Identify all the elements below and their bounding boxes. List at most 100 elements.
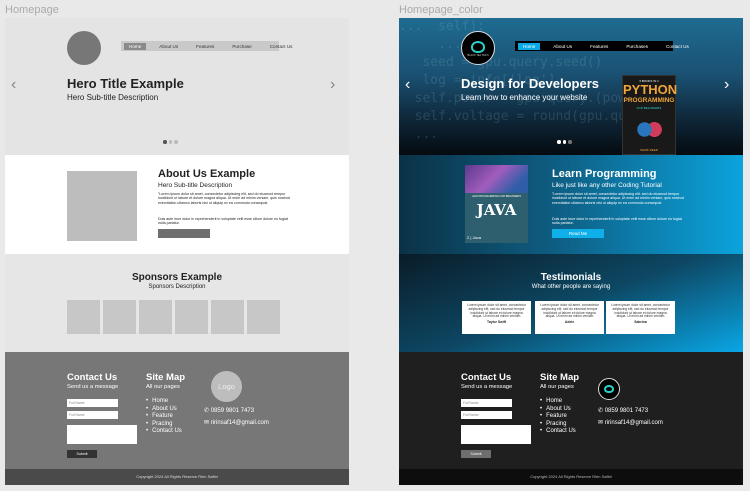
frame-label-homepage-color: Homepage_color — [399, 4, 483, 16]
sitemap-subtitle: All our pages — [146, 384, 180, 390]
frame-label-homepage: Homepage — [5, 4, 59, 16]
message-textarea[interactable] — [461, 425, 531, 444]
phone-icon: ✆ — [204, 408, 210, 414]
about-title: Learn Programming — [552, 168, 657, 180]
sponsor-box — [211, 300, 244, 334]
full-name-input[interactable]: Full Name — [67, 399, 118, 407]
sitemap-link[interactable]: Pracing — [146, 421, 182, 429]
sitemap-link[interactable]: Feature — [146, 413, 182, 421]
message-textarea[interactable] — [67, 425, 137, 444]
footer: Contact Us Send us a message Full Name F… — [5, 352, 349, 469]
contact-subtitle: Send us a message — [461, 384, 513, 390]
contact-title: Contact Us — [461, 372, 512, 383]
logo[interactable]: BLACK TEA TECH — [461, 31, 495, 65]
nav-features[interactable]: Features — [585, 43, 613, 50]
copyright: Copyright 2024 All Rights Reserve Ririn … — [5, 469, 349, 485]
sitemap-list: Home About Us Feature Pracing Contact Us — [146, 398, 182, 436]
about-title: About Us Example — [158, 168, 256, 180]
about-body: "Lorem ipsum dolor sit amet, consectetur… — [552, 192, 684, 205]
nav-bar: Home About Us Features Purchases Contact… — [515, 41, 689, 51]
about-body-2: Duis aute irure dolor in reprehenderit i… — [552, 217, 682, 226]
sponsors-section: Sponsors Example Sponsors Description — [5, 254, 349, 352]
homepage-color-frame: ... self): ... seed = gpu.query.seed() l… — [399, 18, 743, 485]
sponsor-box — [67, 300, 100, 334]
sponsor-box — [247, 300, 280, 334]
phone-info: ✆ 0859 9801 7473 — [204, 407, 254, 414]
about-section: About Us Example Hero Sub-title Descript… — [5, 155, 349, 254]
nav-purchase[interactable]: Purchase — [227, 43, 256, 50]
about-subtitle: Hero Sub-title Description — [158, 182, 233, 189]
testimonial-card: Lorem ipsum dolor sit amet, consectetur … — [462, 301, 531, 334]
carousel-dot[interactable] — [568, 140, 572, 144]
sponsors-title: Sponsors Example — [131, 272, 223, 283]
phone-number: 0859 9801 7473 — [210, 408, 255, 414]
hero-title: Hero Title Example — [67, 76, 184, 91]
sitemap-link[interactable]: Home — [146, 398, 182, 406]
submit-button[interactable]: Submit — [461, 450, 491, 458]
testimonials-section: Testimonials What other people are sayin… — [399, 254, 743, 352]
logo-placeholder[interactable] — [67, 31, 101, 65]
about-body: "Lorem ipsum dolor sit amet, consectetur… — [158, 192, 290, 205]
chevron-right-icon[interactable]: › — [724, 76, 729, 94]
email-info: ✉ ririnsaf14@gmail.com — [598, 419, 663, 426]
mail-icon: ✉ — [598, 420, 604, 426]
sitemap-link[interactable]: Contact Us — [146, 428, 182, 436]
testimonial-card: Lorem ipsum dolor sit amet, consectetur … — [606, 301, 675, 334]
footer-logo — [598, 378, 620, 400]
hero-subtitle: Learn how to enhance your website — [461, 93, 588, 102]
full-name-input-2[interactable]: Full Name — [461, 411, 512, 419]
sitemap-subtitle: All our pages — [540, 384, 574, 390]
email-address: ririnsaf14@gmail.com — [604, 420, 663, 426]
sponsor-box — [139, 300, 172, 334]
sitemap-link[interactable]: Contact Us — [540, 428, 576, 436]
sitemap-link[interactable]: Home — [540, 398, 576, 406]
full-name-input[interactable]: Full Name — [461, 399, 512, 407]
nav-home[interactable]: Home — [518, 42, 541, 50]
chevron-left-icon[interactable]: ‹ — [405, 76, 410, 94]
carousel-dots — [557, 140, 574, 144]
full-name-input-2[interactable]: Full Name — [67, 411, 118, 419]
sitemap-link[interactable]: Feature — [540, 413, 576, 421]
nav-about[interactable]: About Us — [548, 43, 577, 50]
nav-home[interactable]: Home — [124, 42, 147, 50]
sitemap-link[interactable]: Pracing — [540, 421, 576, 429]
python-book-cover: 3 BOOKS IN 1 PYTHON PROGRAMMING FOR BEGI… — [622, 75, 677, 155]
copyright: Copyright 2024 All Rights Reserve Ririn … — [399, 469, 743, 485]
sitemap-link[interactable]: About Us — [146, 406, 182, 414]
about-button[interactable] — [158, 229, 210, 238]
brain-illustration — [634, 116, 664, 143]
nav-contact[interactable]: Contact Us — [265, 43, 298, 50]
carousel-dot[interactable] — [163, 140, 167, 144]
about-image-placeholder — [67, 171, 137, 241]
nav-features[interactable]: Features — [191, 43, 219, 50]
chevron-right-icon[interactable]: › — [330, 76, 335, 94]
testimonials-subtitle: What other people are saying — [531, 284, 611, 290]
carousel-dots — [163, 140, 180, 144]
phone-icon: ✆ — [598, 408, 604, 414]
nav-contact[interactable]: Contact Us — [661, 43, 694, 50]
chevron-left-icon[interactable]: ‹ — [11, 76, 16, 94]
read-more-button[interactable]: Read Me — [552, 229, 604, 238]
nav-purchases[interactable]: Purchases — [621, 43, 653, 50]
sitemap-title: Site Map — [146, 372, 186, 383]
email-info: ✉ ririnsaf14@gmail.com — [204, 419, 269, 426]
phone-info: ✆ 0859 9801 7473 — [598, 407, 648, 414]
carousel-dot[interactable] — [168, 140, 172, 144]
carousel-dot[interactable] — [562, 140, 566, 144]
carousel-dot[interactable] — [174, 140, 178, 144]
mail-icon: ✉ — [204, 420, 210, 426]
submit-button[interactable]: Submit — [67, 450, 97, 458]
brain-icon — [604, 385, 614, 393]
sitemap-link[interactable]: About Us — [540, 406, 576, 414]
hero-subtitle: Hero Sub-title Description — [67, 93, 159, 102]
email-address: ririnsaf14@gmail.com — [210, 420, 269, 426]
nav-about[interactable]: About Us — [154, 43, 183, 50]
contact-subtitle: Send us a message — [67, 384, 119, 390]
carousel-dot[interactable] — [557, 140, 561, 144]
contact-title: Contact Us — [67, 372, 118, 383]
sitemap-title: Site Map — [540, 372, 580, 383]
sponsor-box — [103, 300, 136, 334]
homepage-frame: Home About Us Features Purchase Contact … — [5, 18, 349, 485]
nav-bar: Home About Us Features Purchase Contact … — [121, 41, 292, 51]
phone-number: 0859 9801 7473 — [604, 408, 649, 414]
